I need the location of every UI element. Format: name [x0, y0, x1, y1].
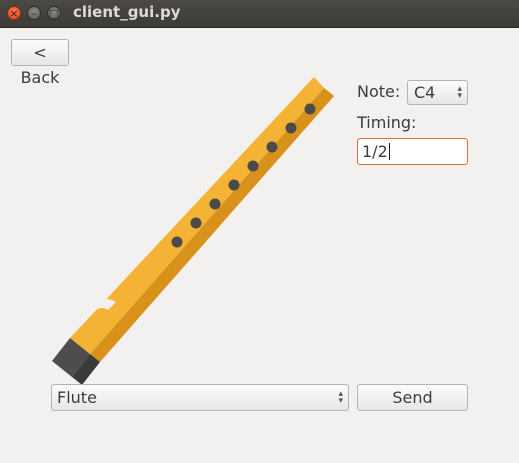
flute-body-shadow — [90, 88, 334, 362]
note-select[interactable]: C4 ▴ ▾ — [407, 80, 468, 105]
flute-hole — [285, 122, 297, 134]
note-select-value: C4 — [414, 83, 436, 102]
send-button[interactable]: Send — [357, 384, 468, 411]
instrument-select-value: Flute — [57, 388, 97, 407]
timing-input-value: 1/2 — [362, 142, 388, 161]
instrument-select[interactable]: Flute ▴ ▾ — [51, 384, 349, 411]
flute-hole — [304, 103, 316, 115]
flute-hole — [247, 160, 259, 172]
flute-illustration — [52, 77, 334, 385]
flute-hole — [266, 141, 278, 153]
timing-input[interactable]: 1/2 — [357, 138, 468, 165]
flute-hole — [228, 179, 240, 191]
spin-arrows-icon: ▴ ▾ — [338, 389, 343, 406]
flute-body — [70, 77, 324, 354]
spin-arrows-icon: ▴ ▾ — [457, 84, 462, 101]
note-label: Note: — [357, 82, 401, 101]
flute-hole — [209, 198, 221, 210]
flute-hole — [190, 217, 202, 229]
flute-hole — [171, 236, 183, 248]
timing-label: Timing: — [357, 113, 417, 132]
text-caret — [388, 143, 390, 160]
